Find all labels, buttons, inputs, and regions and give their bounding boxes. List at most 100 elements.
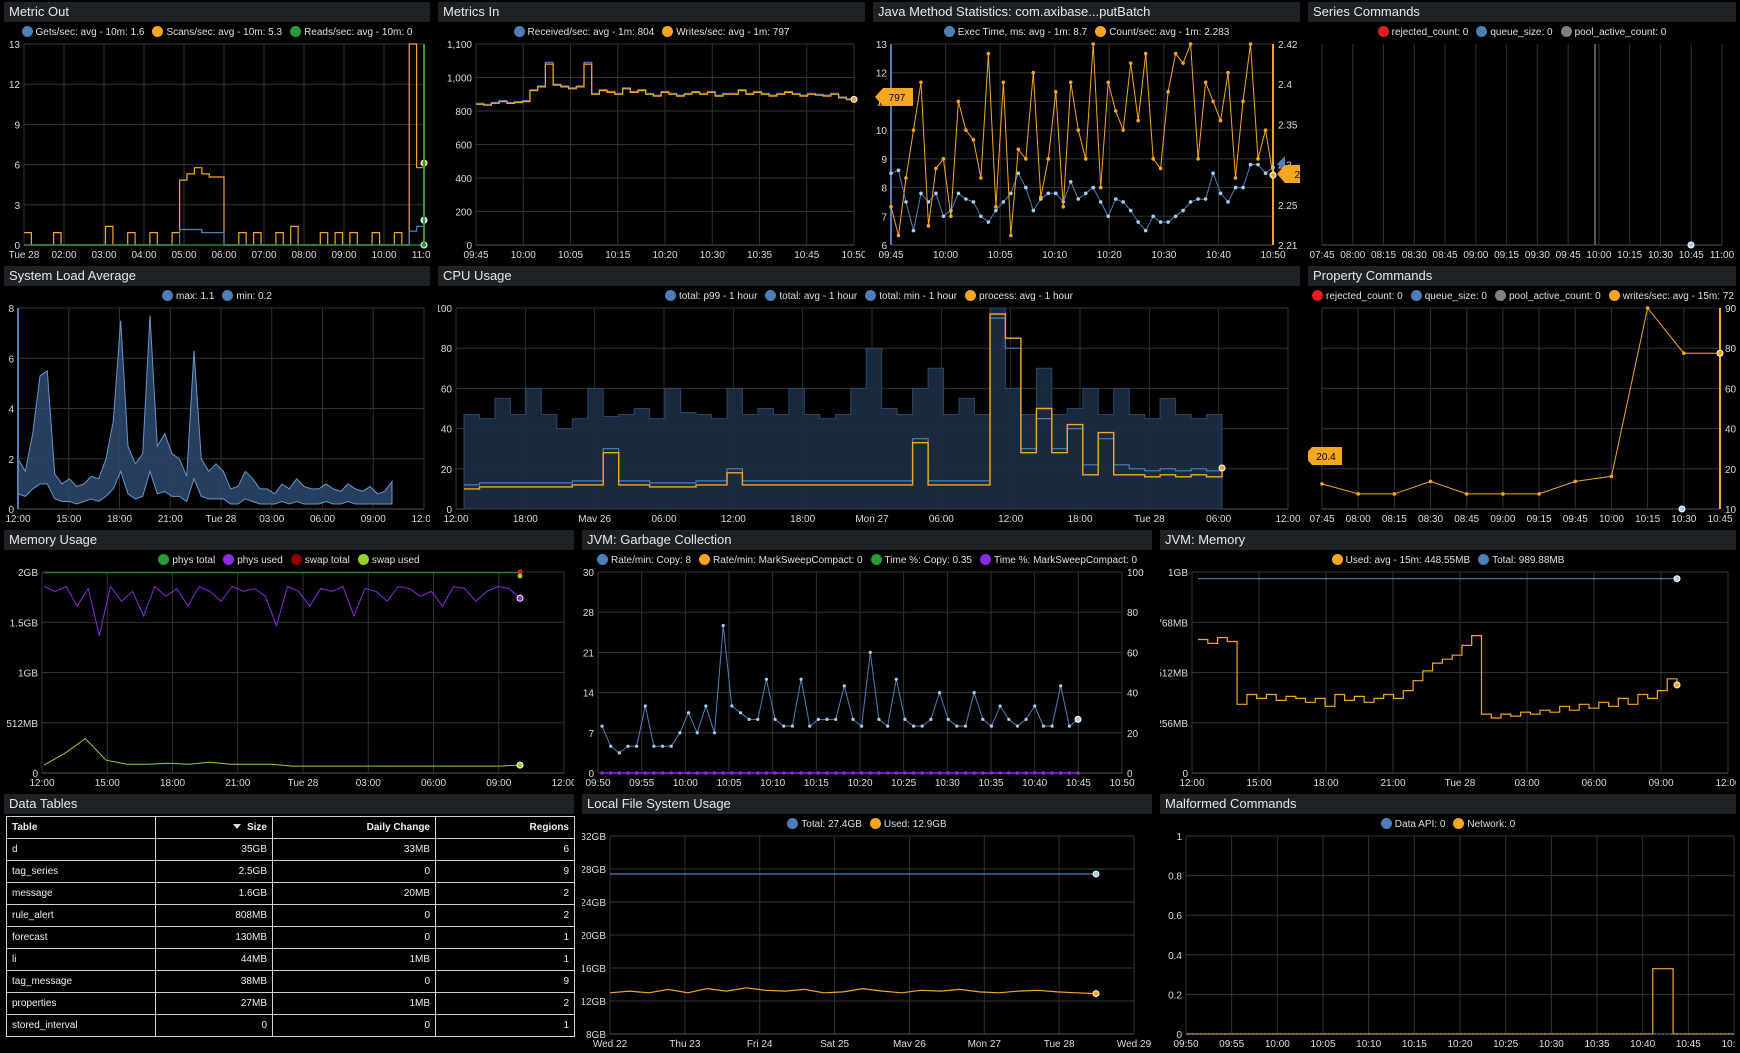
x-tick-label: 15:00 <box>56 514 81 525</box>
series-point-count <box>1031 70 1036 75</box>
y-tick-label: 16GB <box>582 964 606 975</box>
x-tick-label: 18:00 <box>160 778 185 789</box>
series-point-copy-rate <box>981 717 985 721</box>
x-tick-label: 10:00 <box>371 250 396 261</box>
table-cell: rule_alert <box>6 904 156 927</box>
x-tick-label: 10:15 <box>605 250 630 261</box>
series-point-count <box>1248 42 1253 46</box>
series-point-msc-rate <box>660 771 665 775</box>
series-point-msc-rate <box>825 771 829 775</box>
table-cell: 33MB <box>272 838 436 861</box>
table-cell: message <box>6 882 156 905</box>
chart-java-method: 09:45 10:00 10:05 10:10 10:20 10:30 10:40 10:50… <box>875 40 1300 261</box>
series-point-writes <box>1464 492 1469 496</box>
x-tick-label: 04:00 <box>131 250 156 261</box>
y-tick-label: 1GB <box>18 669 38 680</box>
x-tick-label: 08:30 <box>1402 250 1427 261</box>
table-row: tag_series 2.5GB 0 9 <box>6 860 575 883</box>
y-tick-label: 14 <box>583 689 595 700</box>
series-point-msc-rate <box>617 771 622 775</box>
y2-tick-label: 20 <box>1725 465 1736 476</box>
series-point-exec-time <box>904 200 908 204</box>
series-point-exec-time <box>971 200 976 204</box>
chart-metrics-in: 09:45 10:00 10:05 10:15 10:20 10:30 10:35 10:45… <box>447 40 865 261</box>
series-point-copy-rate <box>721 624 725 628</box>
series-point-count <box>1046 157 1051 161</box>
y-tick-label: 512MB <box>6 719 38 730</box>
y-tick-label: 30 <box>583 568 595 579</box>
series-point-exec-time <box>1098 200 1103 204</box>
table-cell: 808MB <box>155 904 273 927</box>
y-tick-label: 20GB <box>582 931 606 942</box>
x-tick-label: 06:00 <box>211 250 236 261</box>
table-cell: 0 <box>272 970 436 993</box>
table-cell: 130MB <box>155 926 273 949</box>
series-end-marker <box>1716 349 1724 357</box>
table-cell: li <box>6 948 156 971</box>
column-header-table[interactable]: Table <box>6 816 156 839</box>
table-row: stored_interval 0 0 1 <box>6 1014 575 1037</box>
x-tick-label: 10:35 <box>747 250 772 261</box>
series-point-copy-rate <box>695 731 699 735</box>
y-tick-label: 6 <box>881 241 887 252</box>
table-cell: 2.5GB <box>155 860 273 883</box>
series-point-copy-rate <box>782 724 786 728</box>
table-cell: 20MB <box>272 882 436 905</box>
y2-tick-label: 2.35 <box>1278 120 1298 131</box>
y-tick-label: 100 <box>438 304 452 315</box>
x-tick-label: 10:00 <box>511 250 536 261</box>
x-tick-label: Mav 26 <box>893 1039 926 1050</box>
series-point-count <box>1173 51 1178 56</box>
y-tick-label: 40 <box>441 425 453 436</box>
x-tick-label: 06:00 <box>310 514 335 525</box>
x-tick-label: 10:30 <box>700 250 725 261</box>
series-point-count <box>934 166 938 171</box>
series-point-msc-rate <box>755 771 760 775</box>
x-tick-label: 10:45 <box>794 250 819 261</box>
series-point-copy-rate <box>860 724 864 728</box>
x-tick-label: 09:30 <box>1525 250 1550 261</box>
series-end-marker <box>516 594 524 602</box>
series-point-count <box>949 214 953 219</box>
x-tick-label: 08:45 <box>1454 514 1479 525</box>
series-point-copy-rate <box>851 717 855 721</box>
series-point-count <box>986 51 991 56</box>
x-tick-label: 12:00 <box>411 514 430 525</box>
x-tick-label: 12:00 <box>551 778 574 789</box>
x-tick-label: Tue 28 <box>1445 778 1476 789</box>
y-tick-label: 28GB <box>582 865 606 876</box>
table-cell: 44MB <box>155 948 273 971</box>
widget-java-method: Java Method Statistics: com.axibase...pu… <box>873 2 1300 262</box>
series-point-msc-rate <box>799 771 803 775</box>
series-point-exec-time <box>1181 208 1185 213</box>
x-tick-label: 09:00 <box>331 250 356 261</box>
x-tick-label: 10:35 <box>978 778 1003 789</box>
x-tick-label: 10:10 <box>760 778 785 789</box>
series-point-count <box>979 176 983 180</box>
series-point-count <box>1203 80 1208 85</box>
x-tick-label: 10:30 <box>1151 250 1176 261</box>
y-tick-label: 0 <box>466 241 472 252</box>
y-tick-label: 8 <box>8 304 14 315</box>
column-header-daily-change[interactable]: Daily Change <box>272 816 436 839</box>
series-point-msc-rate <box>1076 771 1080 775</box>
y-tick-label: 0 <box>1182 769 1188 780</box>
series-point-count <box>1181 61 1185 65</box>
column-header-regions[interactable]: Regions <box>435 816 575 839</box>
y2-tick-label: 20 <box>1127 729 1139 740</box>
x-tick-label: 18:00 <box>107 514 132 525</box>
series-point-count <box>1211 99 1215 104</box>
series-end-marker <box>1673 681 1681 689</box>
series-point-msc-rate <box>929 771 933 775</box>
y-tick-label: 12GB <box>582 997 606 1008</box>
series-point-msc-rate <box>833 771 838 775</box>
series-point-copy-rate <box>894 677 898 681</box>
y-tick-label: 21 <box>583 648 595 659</box>
x-tick-label: 10:20 <box>652 250 677 261</box>
y2-tick-label: 10 <box>1725 505 1736 516</box>
column-header-size[interactable]: Size <box>155 816 273 839</box>
series-point-copy-rate <box>764 677 769 681</box>
table-row: li 44MB 1MB 1 <box>6 948 575 971</box>
series-point-copy-rate <box>842 684 846 688</box>
x-tick-label: 10:20 <box>1447 1039 1472 1050</box>
